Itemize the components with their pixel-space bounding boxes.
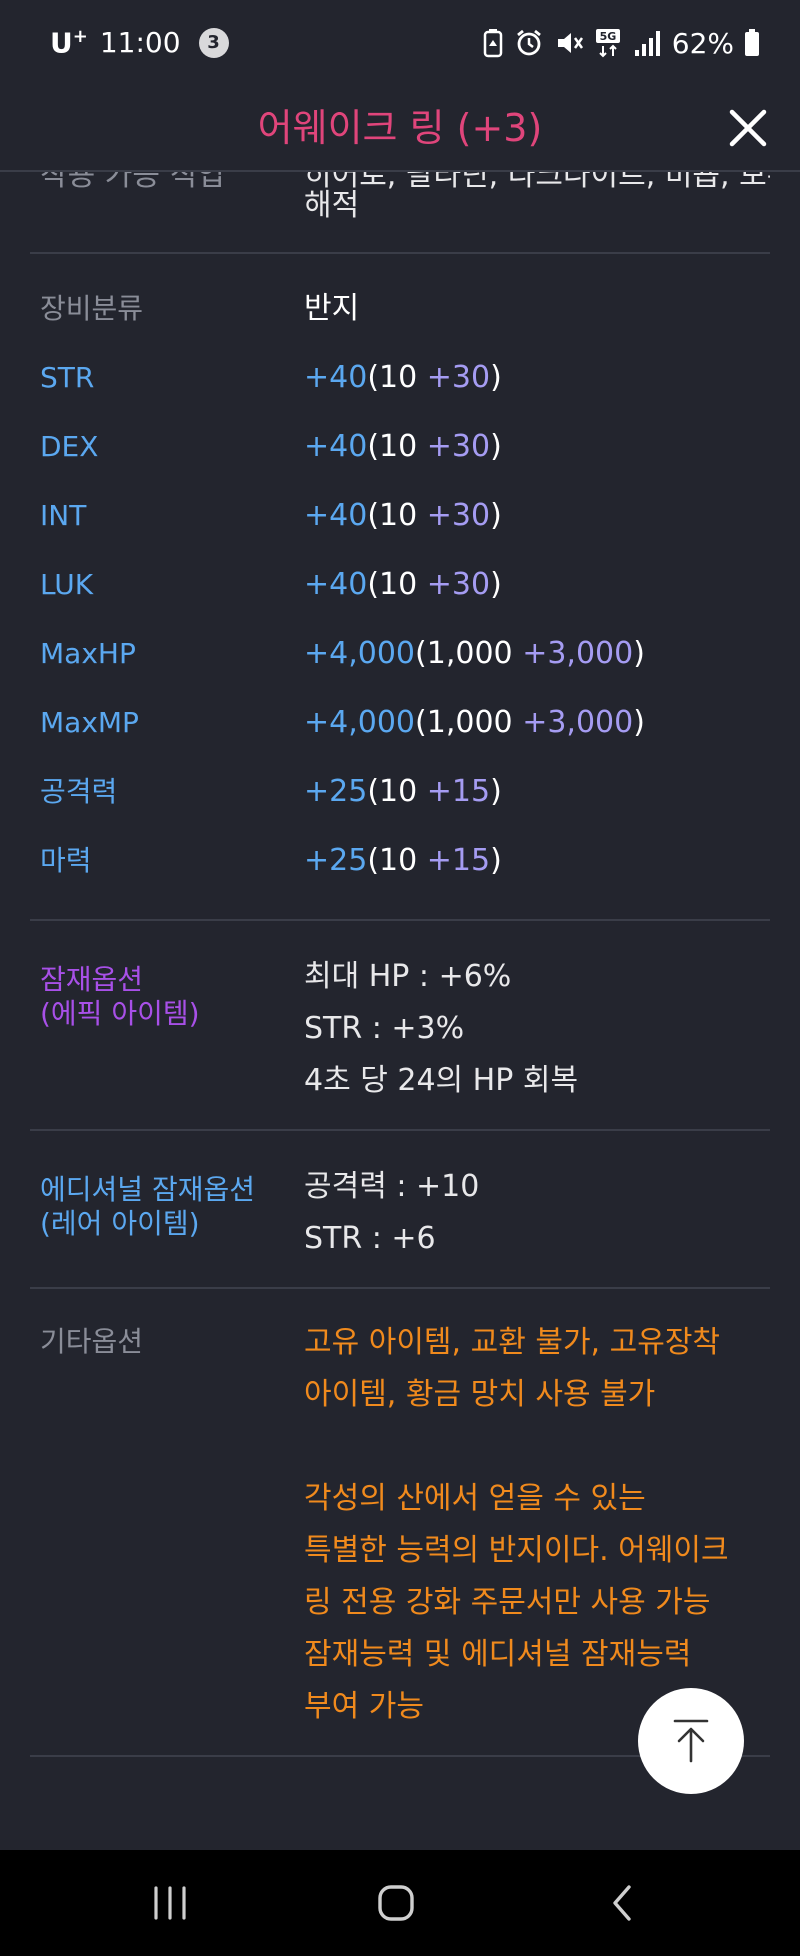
- additional-potential-row: 에디셔널 잠재옵션 (레어 아이템) 공격력 : +10 STR : +6: [30, 1153, 770, 1265]
- stat-row: STR +40(10 +30): [30, 345, 770, 414]
- stat-row: DEX +40(10 +30): [30, 414, 770, 483]
- stat-row: 마력 +25(10 +15): [30, 828, 770, 897]
- stats-section: 장비분류 반지 STR +40(10 +30) DEX +40(10 +30) …: [30, 254, 770, 921]
- stat-value: +25(10 +15): [304, 774, 502, 809]
- etc-line: 잠재능력 및 에디셔널 잠재능력: [304, 1637, 692, 1672]
- item-header: 어웨이크 링 (+3): [0, 86, 800, 172]
- stat-value: +4,000(1,000 +3,000): [304, 705, 645, 740]
- stat-label: STR: [40, 361, 95, 394]
- stat-label: LUK: [40, 568, 94, 601]
- stat-label: DEX: [40, 430, 99, 463]
- status-left: U+ 11:00 3: [50, 26, 229, 60]
- etc-line: 아이템, 황금 망치 사용 불가: [304, 1377, 656, 1412]
- stat-row: 공격력 +25(10 +15): [30, 759, 770, 828]
- etc-options-section: 기타옵션 고유 아이템, 교환 불가, 고유장착 아이템, 황금 망치 사용 불…: [30, 1289, 770, 1757]
- battery-saver-icon: [482, 28, 504, 58]
- battery-percent: 62%: [671, 26, 734, 60]
- item-title: 어웨이크 링 (+3): [257, 106, 543, 150]
- stat-label: MaxMP: [40, 706, 139, 739]
- battery-icon: [744, 29, 760, 57]
- stat-value: +25(10 +15): [304, 843, 502, 878]
- stat-label: 마력: [40, 844, 92, 877]
- equipment-category-row: 장비분류 반지: [30, 276, 770, 345]
- stat-row: MaxHP +4,000(1,000 +3,000): [30, 621, 770, 690]
- close-icon: [729, 109, 767, 147]
- additional-potential-values: 공격력 : +10 STR : +6: [304, 1153, 770, 1265]
- recent-apps-icon: [154, 1886, 186, 1920]
- stat-value: +40(10 +30): [304, 567, 502, 602]
- stat-label: MaxHP: [40, 637, 136, 670]
- etc-options-label: 기타옵션: [40, 1325, 144, 1358]
- category-label: 장비분류: [40, 292, 144, 325]
- stat-row: LUK +40(10 +30): [30, 552, 770, 621]
- potential-line: STR : +3%: [304, 1011, 465, 1046]
- network-5g-icon: 5G: [594, 28, 624, 58]
- status-bar: U+ 11:00 3 5G 62%: [0, 0, 800, 86]
- etc-line: 특별한 능력의 반지이다. 어웨이크: [304, 1533, 729, 1568]
- stat-row: INT +40(10 +30): [30, 483, 770, 552]
- category-value: 반지: [304, 291, 360, 326]
- etc-gap: [304, 1421, 770, 1473]
- carrier-label: U+: [50, 26, 88, 60]
- potential-label: 잠재옵션 (에픽 아이템): [40, 963, 200, 1030]
- job-value-clipped: 히어로, 팔라딘, 다크나이트, 비숍, 보우마스터,: [304, 172, 770, 193]
- system-nav-bar: [0, 1850, 800, 1956]
- item-detail-content: 착용 가능 직업 히어로, 팔라딘, 다크나이트, 비숍, 보우마스터, 해적 …: [30, 172, 770, 1757]
- job-value-wrap: 해적: [304, 188, 360, 223]
- potential-row: 잠재옵션 (에픽 아이템) 최대 HP : +6% STR : +3% 4초 당…: [30, 943, 770, 1107]
- stat-row: MaxMP +4,000(1,000 +3,000): [30, 690, 770, 759]
- job-row-partial: 착용 가능 직업 히어로, 팔라딘, 다크나이트, 비숍, 보우마스터, 해적: [30, 172, 770, 254]
- job-label: 착용 가능 직업: [40, 172, 225, 193]
- stat-label: 공격력: [40, 775, 118, 808]
- etc-line: 링 전용 강화 주문서만 사용 가능: [304, 1585, 711, 1620]
- home-button[interactable]: [356, 1850, 436, 1956]
- stat-value: +40(10 +30): [304, 360, 502, 395]
- status-right: 5G 62%: [482, 27, 760, 60]
- arrow-up-icon: [673, 1719, 709, 1763]
- additional-potential-label: 에디셔널 잠재옵션 (레어 아이템): [40, 1173, 255, 1240]
- stat-value: +4,000(1,000 +3,000): [304, 636, 645, 671]
- back-icon: [613, 1885, 631, 1921]
- notification-badge: 3: [198, 27, 229, 58]
- additional-potential-line: STR : +6: [304, 1221, 436, 1256]
- etc-options-values: 고유 아이템, 교환 불가, 고유장착 아이템, 황금 망치 사용 불가 각성의…: [304, 1311, 770, 1733]
- home-icon: [378, 1885, 414, 1921]
- stat-value: +40(10 +30): [304, 498, 502, 533]
- svg-text:5G: 5G: [599, 30, 616, 43]
- additional-potential-section: 에디셔널 잠재옵션 (레어 아이템) 공격력 : +10 STR : +6: [30, 1131, 770, 1289]
- stat-value: +40(10 +30): [304, 429, 502, 464]
- potential-line: 4초 당 24의 HP 회복: [304, 1063, 579, 1098]
- stat-label: INT: [40, 499, 87, 532]
- scroll-to-top-button[interactable]: [638, 1688, 744, 1794]
- status-time: 11:00: [99, 26, 181, 60]
- close-button[interactable]: [722, 102, 774, 154]
- additional-potential-line: 공격력 : +10: [304, 1169, 480, 1204]
- signal-icon: [634, 28, 662, 58]
- potential-section: 잠재옵션 (에픽 아이템) 최대 HP : +6% STR : +3% 4초 당…: [30, 921, 770, 1131]
- mute-icon: [554, 28, 584, 58]
- potential-values: 최대 HP : +6% STR : +3% 4초 당 24의 HP 회복: [304, 943, 770, 1107]
- recent-apps-button[interactable]: [130, 1850, 210, 1956]
- etc-line: 각성의 산에서 얻을 수 있는: [304, 1481, 646, 1516]
- etc-options-row: 기타옵션 고유 아이템, 교환 불가, 고유장착 아이템, 황금 망치 사용 불…: [30, 1311, 770, 1733]
- alarm-icon: [514, 28, 544, 58]
- etc-line: 고유 아이템, 교환 불가, 고유장착: [304, 1325, 721, 1360]
- back-button[interactable]: [582, 1850, 662, 1956]
- potential-line: 최대 HP : +6%: [304, 959, 512, 994]
